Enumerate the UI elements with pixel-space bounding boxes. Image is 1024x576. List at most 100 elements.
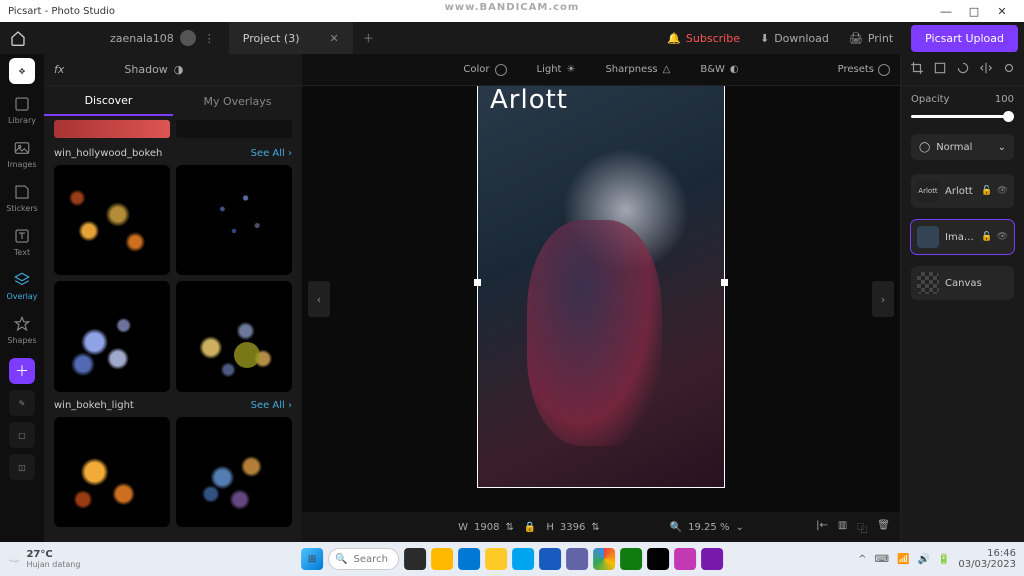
minimize-button[interactable]: ― [932,5,960,18]
download-button[interactable]: ⬇Download [750,32,839,45]
zoom-control[interactable]: 🔍19.25 %⌄ [670,522,744,533]
brush-tool[interactable]: ✎ [9,390,35,416]
opacity-value: 100 [995,94,1014,105]
tray-volume-icon[interactable]: 🔊 [917,554,929,565]
taskbar-app[interactable] [485,548,507,570]
overlay-thumb[interactable] [54,165,170,275]
weather-widget[interactable]: ☁️ 27°C Hujan datang [8,549,80,569]
more-menu[interactable]: ⋮ [204,32,215,45]
settings-icon[interactable] [1002,60,1016,79]
nav-library[interactable]: Library [0,88,44,132]
presets-menu[interactable]: Presets [838,64,890,76]
stepper-icon[interactable]: ⇅ [505,522,513,533]
sharpness-adjust[interactable]: Sharpness△ [605,64,670,75]
taskbar-app[interactable] [431,548,453,570]
overlay-thumb[interactable] [176,281,292,391]
visibility-icon[interactable]: 👁 [997,232,1008,242]
stage-prev[interactable]: ‹ [308,281,330,317]
taskbar-app[interactable] [566,548,588,570]
taskbar-app[interactable] [701,548,723,570]
taskbar-app[interactable] [674,548,696,570]
taskbar-clock[interactable]: 16:46 03/03/2023 [958,548,1016,570]
resize-handle[interactable] [474,279,481,286]
slider-knob[interactable] [1003,111,1014,122]
layer-item[interactable]: Image... 🔓👁 [911,220,1014,254]
chevron-down-icon[interactable]: ⌄ [735,522,743,533]
add-button[interactable]: ＋ [9,358,35,384]
shape-tool[interactable]: ▢ [9,422,35,448]
eraser-tool[interactable]: ◫ [9,454,35,480]
overlay-thumb[interactable] [54,281,170,391]
tab-my-overlays[interactable]: My Overlays [173,86,302,116]
visibility-icon[interactable]: 👁 [997,186,1008,196]
user-menu[interactable]: zaenala108 [110,30,196,46]
crop-icon[interactable] [910,60,924,79]
blend-icon: ◯ [919,142,930,153]
align-button[interactable]: |← [816,520,828,535]
taskbar-app[interactable] [647,548,669,570]
opacity-slider[interactable] [911,115,1014,118]
taskbar-app[interactable] [620,548,642,570]
resize-handle[interactable] [721,279,728,286]
tray-language[interactable]: ⌨ [875,554,889,565]
tab-discover[interactable]: Discover [44,86,173,116]
new-tab-button[interactable]: ＋ [363,30,374,46]
lock-icon[interactable]: 🔓 [981,186,992,196]
flip-icon[interactable] [979,60,993,79]
taskbar-app[interactable] [404,548,426,570]
taskbar-app[interactable] [593,548,615,570]
frame-icon[interactable] [933,60,947,79]
category-chip[interactable] [176,120,292,138]
see-all-link[interactable]: See All › [251,148,292,159]
tray-battery-icon[interactable]: 🔋 [938,554,950,565]
lock-aspect-icon[interactable]: 🔒 [524,522,536,533]
rotate-icon[interactable] [956,60,970,79]
blend-mode-select[interactable]: ◯Normal ⌄ [911,134,1014,160]
project-tab[interactable]: Project (3) ✕ [229,22,353,54]
width-field[interactable]: W1908⇅ [458,522,514,533]
stage-next[interactable]: › [872,281,894,317]
delete-button[interactable]: 🗑 [877,520,890,535]
nav-shapes[interactable]: Shapes [0,308,44,352]
bell-icon: 🔔 [667,32,681,45]
nav-stickers[interactable]: Stickers [0,176,44,220]
maximize-button[interactable]: □ [960,5,988,18]
height-field[interactable]: H3396⇅ [546,522,599,533]
subscribe-button[interactable]: 🔔Subscribe [657,32,750,45]
overlay-thumb[interactable] [176,417,292,527]
layer-item[interactable]: Canvas [911,266,1014,300]
move-tool[interactable]: ✥ [9,58,35,84]
taskbar-app[interactable] [539,548,561,570]
see-all-link[interactable]: See All › [251,400,292,411]
nav-text[interactable]: Text [0,220,44,264]
fx-button[interactable]: fx [54,63,64,76]
close-tab-icon[interactable]: ✕ [330,32,339,45]
lock-icon[interactable]: 🔓 [981,232,992,242]
duplicate-button[interactable]: ⿻ [857,520,867,535]
overlay-thumb[interactable] [54,417,170,527]
shadow-button[interactable]: Shadow◑ [124,63,183,76]
tray-wifi-icon[interactable]: 📶 [897,554,909,565]
nav-overlay[interactable]: Overlay [0,264,44,308]
light-adjust[interactable]: Light☀ [537,64,576,75]
upload-button[interactable]: Picsart Upload [911,25,1018,52]
color-adjust[interactable]: Color [463,64,506,76]
taskbar-app[interactable] [458,548,480,570]
overlay-thumb[interactable] [176,165,292,275]
home-button[interactable] [6,26,30,50]
close-button[interactable]: ✕ [988,5,1016,18]
layers-toggle[interactable]: ▥ [838,520,847,535]
print-button[interactable]: 🖨Print [839,32,903,45]
layer-item[interactable]: Arlott Arlott 🔓👁 [911,174,1014,208]
nav-images[interactable]: Images [0,132,44,176]
category-chip[interactable] [54,120,170,138]
bw-adjust[interactable]: B&W◐ [700,64,738,75]
stepper-icon[interactable]: ⇅ [591,522,599,533]
start-button[interactable]: ⊞ [301,548,323,570]
canvas-object[interactable]: Arlott [477,86,725,488]
canvas-text[interactable]: Arlott [490,86,568,115]
tray-chevron-icon[interactable]: ^ [858,554,866,565]
taskbar-search[interactable]: 🔍Search [328,548,399,570]
preset-icon [878,64,890,76]
taskbar-app[interactable] [512,548,534,570]
